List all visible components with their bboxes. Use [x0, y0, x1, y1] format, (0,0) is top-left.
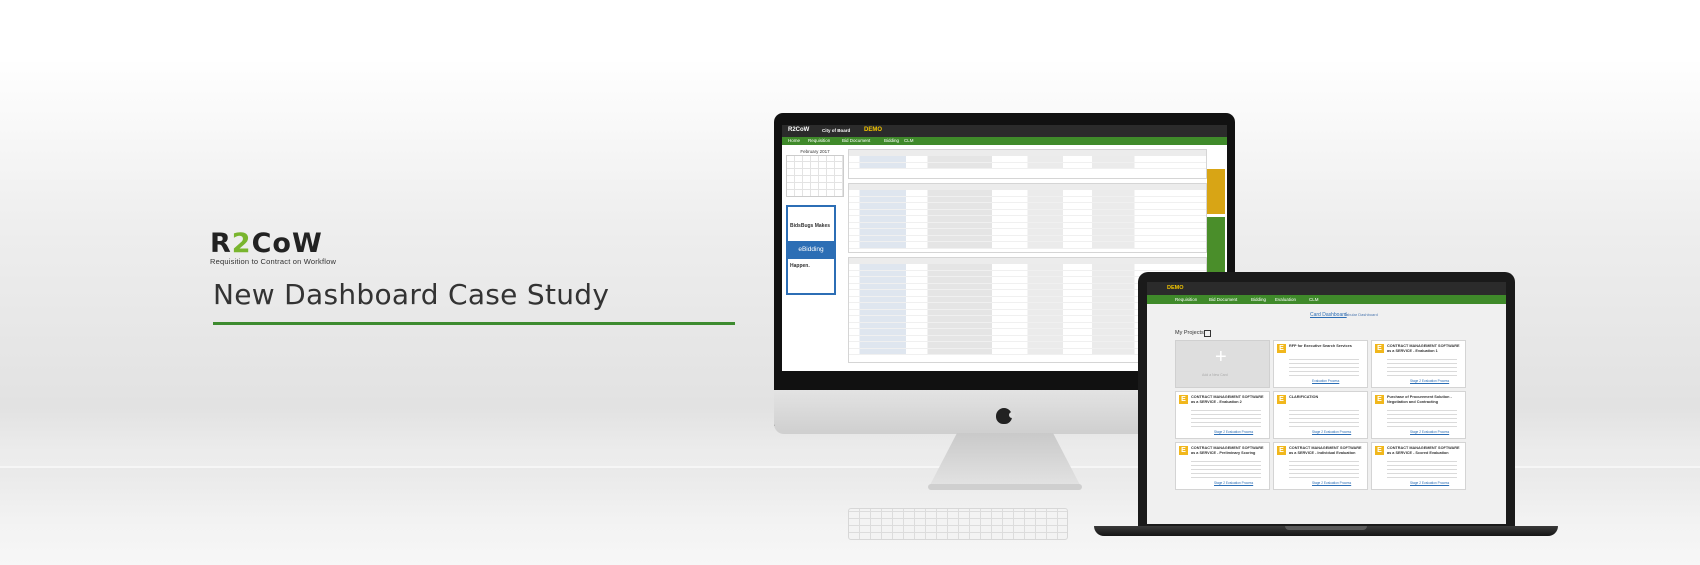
- add-card-label: Add a New Card: [1202, 373, 1228, 377]
- section-title: My Projects: [1175, 330, 1204, 336]
- card-details: [1289, 461, 1359, 481]
- ad-text-bottom: Happen.: [790, 263, 810, 269]
- card-title: CONTRACT MANAGEMENT SOFTWARE as a SERVIC…: [1191, 446, 1264, 455]
- project-card[interactable]: E CONTRACT MANAGEMENT SOFTWARE as a SERV…: [1273, 442, 1368, 490]
- card-link[interactable]: Evaluation Process: [1312, 379, 1339, 383]
- calendar-widget[interactable]: [786, 155, 844, 197]
- plus-icon: +: [1215, 346, 1227, 368]
- desktop-app-org: City of Board: [822, 128, 851, 133]
- laptop-nav-item[interactable]: CLM: [1309, 297, 1319, 302]
- add-card-button[interactable]: + Add a New Card: [1175, 340, 1270, 388]
- desktop-sidebar: February 2017 BidsBugs Makes eBidding Ha…: [786, 149, 844, 371]
- card-link[interactable]: Stage 2 Evaluation Process: [1410, 481, 1449, 485]
- ad-text-mid: eBidding: [788, 241, 834, 259]
- promo-banner-green[interactable]: [1207, 217, 1225, 275]
- laptop-nav-item[interactable]: Bidding: [1251, 297, 1266, 302]
- card-details: [1289, 410, 1359, 430]
- desktop-nav-item[interactable]: Bid Document: [842, 138, 870, 143]
- logo-tagline: Requisition to Contract on Workflow: [210, 257, 337, 266]
- desktop-app-header: R2CoW City of Board DEMO: [782, 125, 1227, 137]
- logo-wordmark: R2CoW: [210, 230, 336, 257]
- apple-logo-icon: [996, 408, 1015, 424]
- desktop-nav-item[interactable]: Bidding: [884, 138, 899, 143]
- list-item[interactable]: [849, 162, 1206, 169]
- laptop-nav-item[interactable]: Requisition: [1175, 297, 1197, 302]
- evaluation-icon: E: [1179, 395, 1188, 404]
- monitor-stand: [930, 433, 1080, 485]
- card-link[interactable]: Stage 2 Evaluation Process: [1312, 430, 1351, 434]
- card-link[interactable]: Stage 2 Evaluation Process: [1214, 430, 1253, 434]
- evaluation-icon: E: [1375, 344, 1384, 353]
- card-link[interactable]: Stage 2 Evaluation Process: [1410, 379, 1449, 383]
- grid-view-icon[interactable]: [1204, 330, 1211, 337]
- laptop-app-header: DEMO: [1147, 282, 1506, 295]
- page-title: New Dashboard Case Study: [213, 278, 610, 311]
- laptop: DEMO Requisition Bid Document Bidding Ev…: [1138, 272, 1515, 526]
- ebidding-ad[interactable]: BidsBugs Makes eBidding Happen.: [786, 205, 836, 295]
- card-title: CLARIFICATION: [1289, 395, 1319, 399]
- card-link[interactable]: Stage 2 Evaluation Process: [1214, 481, 1253, 485]
- projects-table: [848, 183, 1207, 253]
- r2cow-logo: R2CoW Requisition to Contract on Workflo…: [210, 230, 337, 266]
- project-card[interactable]: E CONTRACT MANAGEMENT SOFTWARE as a SERV…: [1371, 340, 1466, 388]
- desktop-nav-item[interactable]: CLM: [904, 138, 914, 143]
- evaluation-icon: E: [1179, 446, 1188, 455]
- project-card[interactable]: E CONTRACT MANAGEMENT SOFTWARE as a SERV…: [1175, 442, 1270, 490]
- evaluation-icon: E: [1277, 446, 1286, 455]
- desktop-nav-item[interactable]: Requisition: [808, 138, 830, 143]
- tab-card-dashboard[interactable]: Card Dashboard: [1310, 312, 1347, 318]
- card-details: [1191, 461, 1261, 481]
- card-details: [1387, 410, 1457, 430]
- project-card[interactable]: E Purchase of Procurement Solution - Neg…: [1371, 391, 1466, 439]
- desktop-demo-badge: DEMO: [864, 127, 882, 133]
- project-card[interactable]: E CONTRACT MANAGEMENT SOFTWARE as a SERV…: [1175, 391, 1270, 439]
- ad-text-top: BidsBugs Makes: [790, 223, 831, 229]
- card-title: CONTRACT MANAGEMENT SOFTWARE as a SERVIC…: [1387, 446, 1460, 455]
- card-link[interactable]: Stage 2 Evaluation Process: [1410, 430, 1449, 434]
- project-card[interactable]: E CONTRACT MANAGEMENT SOFTWARE as a SERV…: [1371, 442, 1466, 490]
- logo-letter-r: R: [210, 228, 232, 259]
- card-link[interactable]: Stage 2 Evaluation Process: [1312, 481, 1351, 485]
- top-band: [0, 0, 1700, 62]
- card-title: RFP for Executive Search Services: [1289, 344, 1352, 348]
- card-details: [1387, 359, 1457, 379]
- card-title: CONTRACT MANAGEMENT SOFTWARE as a SERVIC…: [1387, 344, 1460, 353]
- table-row[interactable]: [849, 242, 1206, 249]
- card-title: CONTRACT MANAGEMENT SOFTWARE as a SERVIC…: [1289, 446, 1362, 455]
- desktop-app-logo: R2CoW: [788, 127, 810, 133]
- promo-banner-yellow[interactable]: [1207, 169, 1225, 214]
- laptop-nav-item[interactable]: Bid Document: [1209, 297, 1237, 302]
- desktop-nav-item[interactable]: Home: [788, 138, 800, 143]
- card-details: [1387, 461, 1457, 481]
- laptop-demo-badge: DEMO: [1167, 285, 1184, 291]
- calendar-title: February 2017: [800, 149, 830, 154]
- title-underline: [213, 322, 735, 325]
- laptop-notch: [1285, 526, 1367, 530]
- project-card[interactable]: E RFP for Executive Search Services Eval…: [1273, 340, 1368, 388]
- logo-letters-cow: CoW: [251, 228, 323, 259]
- laptop-screen: DEMO Requisition Bid Document Bidding Ev…: [1147, 282, 1506, 524]
- logo-digit-2: 2: [231, 228, 252, 259]
- card-details: [1191, 410, 1261, 430]
- project-card[interactable]: E CLARIFICATION Stage 2 Evaluation Proce…: [1273, 391, 1368, 439]
- monitor-stand-base: [928, 484, 1082, 490]
- laptop-nav-bar: Requisition Bid Document Bidding Evaluat…: [1147, 295, 1506, 304]
- notice-panel: [848, 149, 1207, 179]
- laptop-nav-item[interactable]: Evaluation: [1275, 297, 1296, 302]
- card-title: Purchase of Procurement Solution - Negot…: [1387, 395, 1452, 404]
- desktop-nav-bar: Home Requisition Bid Document Bidding CL…: [782, 137, 1227, 145]
- card-details: [1289, 359, 1359, 379]
- card-title: CONTRACT MANAGEMENT SOFTWARE as a SERVIC…: [1191, 395, 1264, 404]
- evaluation-icon: E: [1375, 446, 1384, 455]
- evaluation-icon: E: [1277, 395, 1286, 404]
- evaluation-icon: E: [1277, 344, 1286, 353]
- tab-tabular-dashboard[interactable]: Tabular Dashboard: [1344, 312, 1378, 317]
- keyboard: [848, 508, 1068, 540]
- evaluation-icon: E: [1375, 395, 1384, 404]
